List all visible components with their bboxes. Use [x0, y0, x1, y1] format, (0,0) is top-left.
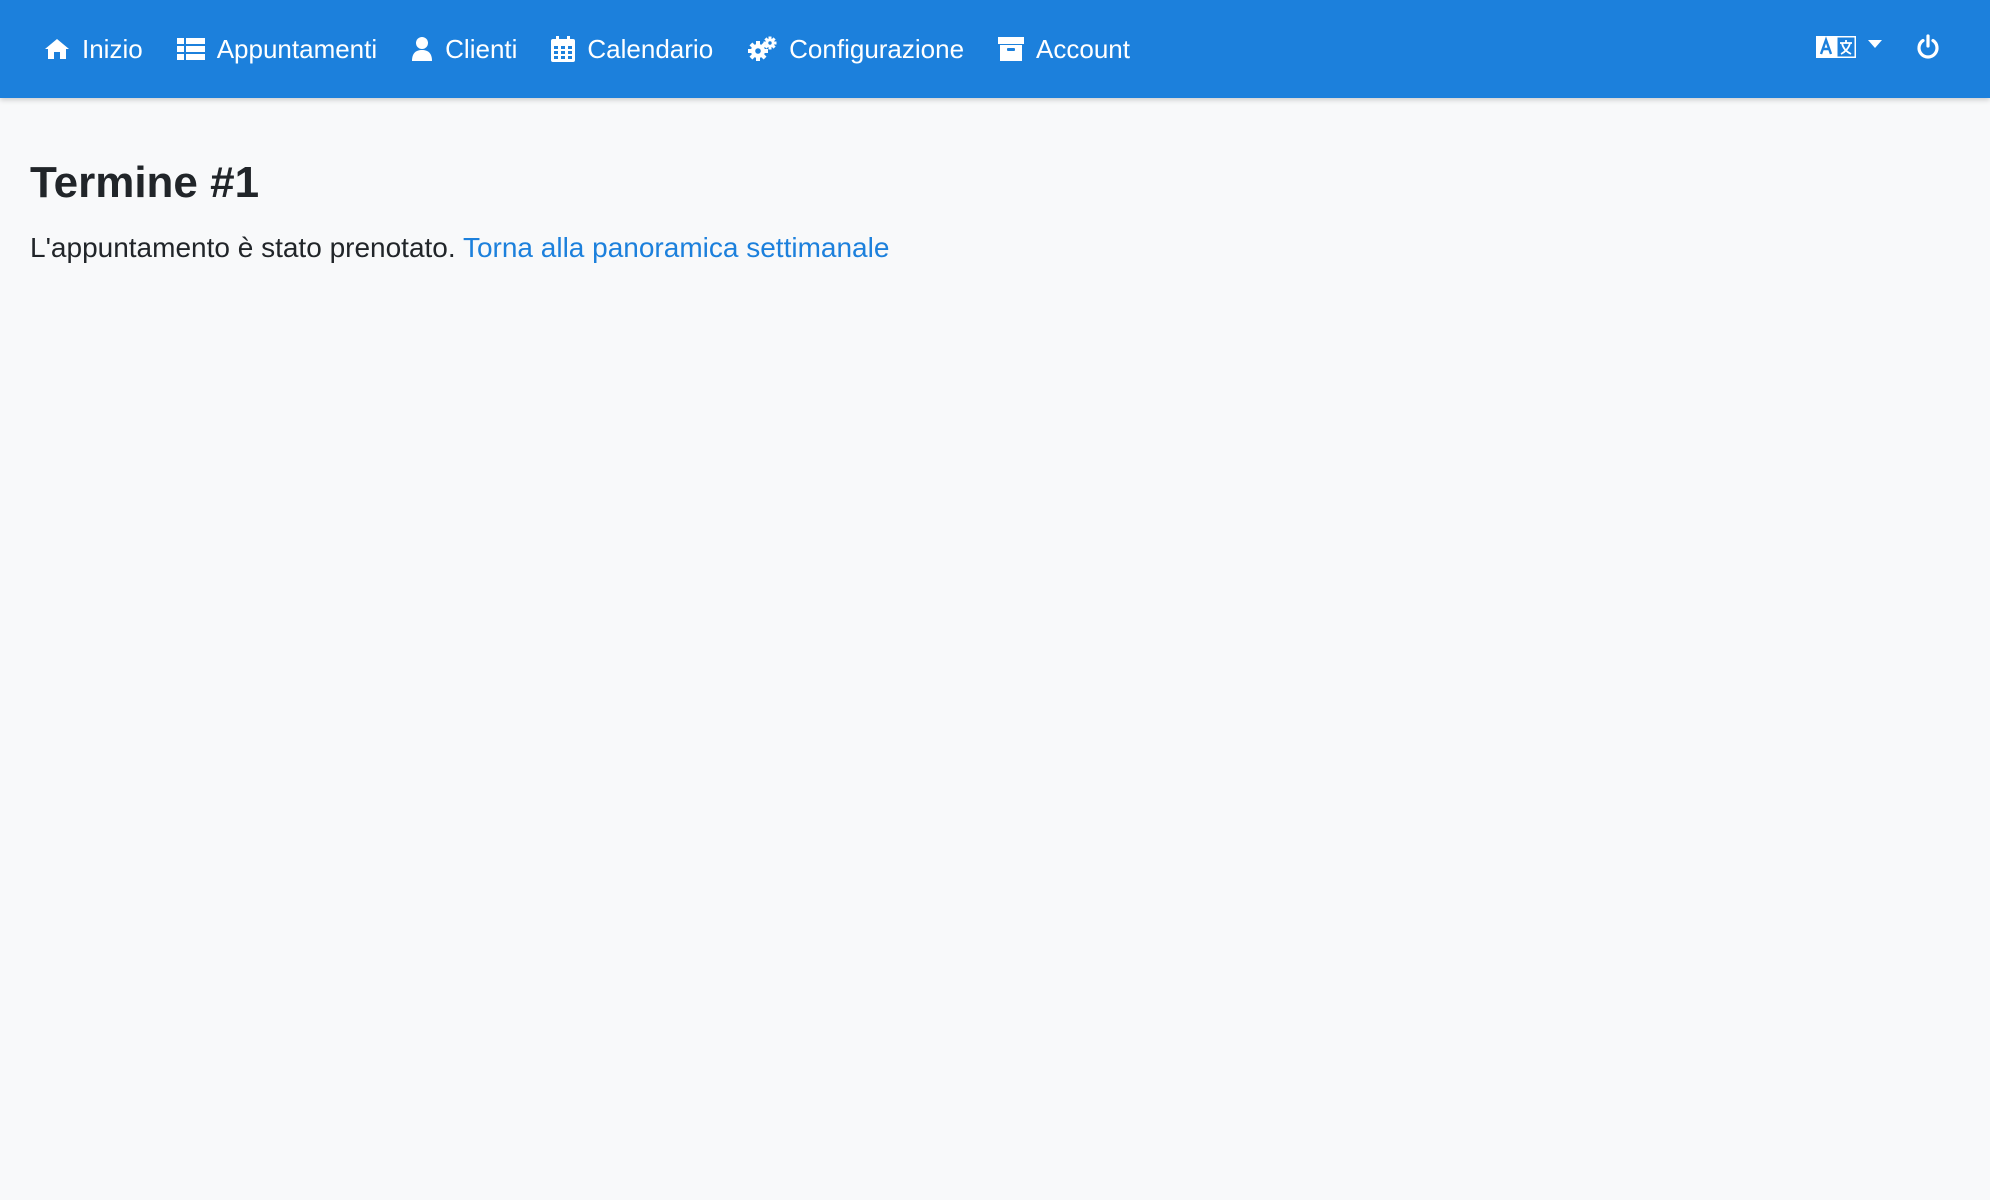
- language-dropdown[interactable]: [1816, 35, 1882, 63]
- nav-item-label: Clienti: [445, 33, 518, 64]
- chevron-down-icon: [1868, 40, 1882, 48]
- nav-item-label: Configurazione: [789, 33, 965, 64]
- navbar-right: [1816, 0, 1990, 98]
- logout-button[interactable]: [1916, 33, 1940, 65]
- nav-item-configurazione[interactable]: Configurazione: [747, 34, 964, 65]
- calendar-icon: [551, 36, 576, 62]
- user-icon: [411, 37, 433, 61]
- main-content: Termine #1 L'appuntamento è stato prenot…: [30, 152, 1960, 268]
- home-icon: [44, 38, 70, 60]
- top-navbar: Inizio Appuntamenti Clienti Calendario C…: [0, 0, 1990, 98]
- page-title: Termine #1: [30, 158, 260, 207]
- power-icon: [1916, 33, 1940, 65]
- nav-item-label: Calendario: [587, 33, 714, 64]
- nav-item-appuntamenti[interactable]: Appuntamenti: [176, 33, 378, 65]
- back-to-weekly-overview-link[interactable]: Torna alla panoramica settimanale: [463, 232, 889, 263]
- list-icon: [176, 38, 205, 60]
- nav-item-clienti[interactable]: Clienti: [411, 34, 517, 65]
- nav-item-inizio[interactable]: Inizio: [44, 34, 143, 65]
- nav-item-label: Appuntamenti: [216, 33, 378, 64]
- confirmation-text: L'appuntamento è stato prenotato.: [30, 232, 456, 263]
- language-icon: [1816, 35, 1857, 63]
- cogs-icon: [747, 36, 777, 62]
- nav-item-calendario[interactable]: Calendario: [551, 34, 713, 65]
- archive-icon: [998, 37, 1025, 61]
- nav-item-label: Inizio: [82, 33, 143, 64]
- confirmation-message: L'appuntamento è stato prenotato. Torna …: [30, 228, 1960, 268]
- nav-item-account[interactable]: Account: [998, 34, 1130, 65]
- nav-item-label: Account: [1036, 33, 1130, 64]
